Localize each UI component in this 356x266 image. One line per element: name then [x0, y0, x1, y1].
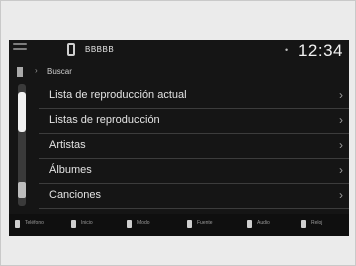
bottom-bar-audio[interactable]: Audio [257, 220, 270, 226]
clock-icon[interactable] [301, 220, 306, 228]
bottom-bar-home[interactable]: Inicio [81, 220, 93, 226]
mode-icon[interactable] [127, 220, 132, 228]
chevron-right-icon: › [339, 113, 343, 127]
breadcrumb-label: Buscar [47, 67, 72, 76]
chevron-right-icon: › [339, 88, 343, 102]
bottom-bar: Teléfono Inicio Modo Fuente Audio Reloj [9, 214, 349, 236]
menu-item-label: Artistas [49, 139, 86, 151]
bottom-bar-mode[interactable]: Modo [137, 220, 150, 226]
chevron-right-icon: › [339, 138, 343, 152]
chevron-right-icon: › [35, 66, 38, 75]
device-name: BBBBB [85, 45, 115, 54]
menu-item-songs[interactable]: Canciones › [39, 184, 349, 209]
clock: 12:34 [297, 41, 343, 60]
menu-item-artists[interactable]: Artistas › [39, 134, 349, 159]
phone-icon[interactable] [15, 220, 20, 228]
menu-item-label: Lista de reproducción actual [49, 89, 187, 101]
bottom-bar-source[interactable]: Fuente [197, 220, 213, 226]
signal-icon: • [285, 45, 289, 55]
home-icon[interactable] [71, 220, 76, 228]
scrollbar-thumb[interactable] [18, 92, 26, 132]
scroll-down-icon[interactable] [18, 182, 26, 198]
bottom-bar-clock[interactable]: Reloj [311, 220, 322, 226]
menu-item-current-playlist[interactable]: Lista de reproducción actual › [39, 84, 349, 109]
menu-item-label: Álbumes [49, 164, 92, 176]
breadcrumb[interactable]: › Buscar [9, 65, 349, 79]
menu-item-label: Listas de reproducción [49, 114, 160, 126]
music-source-icon [17, 67, 23, 77]
chevron-right-icon: › [339, 163, 343, 177]
phone-icon [67, 43, 75, 56]
menu-item-albums[interactable]: Álbumes › [39, 159, 349, 184]
status-bar: BBBBB • 12:34 [9, 40, 349, 60]
device-frame: BBBBB • 12:34 › Buscar Lista de reproduc… [0, 0, 356, 266]
chevron-right-icon: › [339, 188, 343, 202]
audio-icon[interactable] [247, 220, 252, 228]
menu-item-label: Canciones [49, 189, 101, 201]
browse-menu: Lista de reproducción actual › Listas de… [39, 84, 349, 209]
menu-item-playlists[interactable]: Listas de reproducción › [39, 109, 349, 134]
source-icon[interactable] [187, 220, 192, 228]
menu-icon[interactable] [13, 43, 27, 55]
bottom-bar-phone[interactable]: Teléfono [25, 220, 44, 226]
head-unit-screen: BBBBB • 12:34 › Buscar Lista de reproduc… [9, 40, 349, 236]
